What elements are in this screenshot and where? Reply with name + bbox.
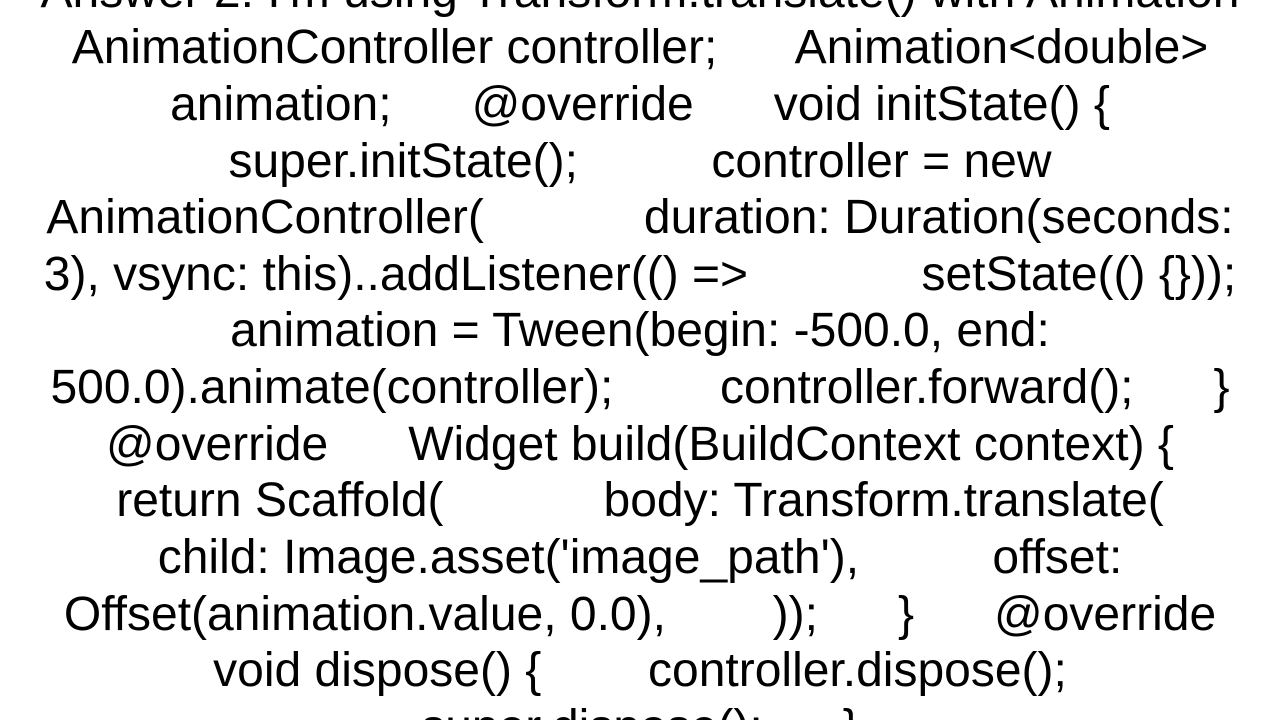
document-page: Answer 2: I'm using Transform.translate(… xyxy=(0,0,1280,720)
code-text: Answer 2: I'm using Transform.translate(… xyxy=(20,0,1260,720)
